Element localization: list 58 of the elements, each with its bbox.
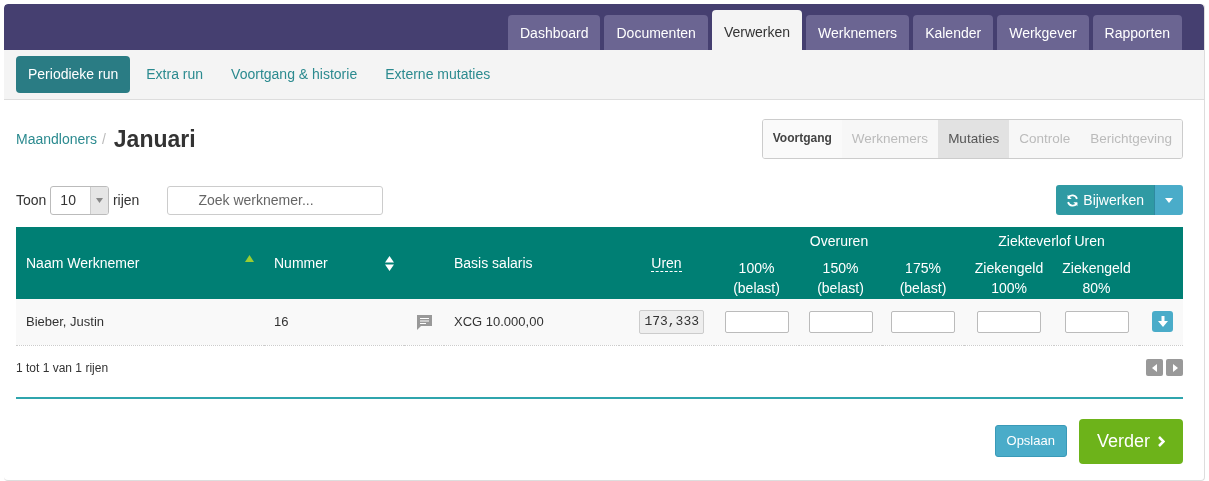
- hours-input[interactable]: [977, 310, 1042, 333]
- caret-icon: [95, 197, 103, 203]
- nav-tab[interactable]: Documenten: [604, 15, 708, 50]
- column-header: Ziekengeld 100%: [974, 259, 1044, 298]
- search-field[interactable]: Zoek werknemer...: [167, 185, 384, 215]
- hours-input[interactable]: [808, 310, 873, 333]
- hours-input[interactable]: [1064, 310, 1129, 333]
- employee-number: 16: [274, 314, 289, 329]
- table-info: 1 tot 1 van 1 rijen: [16, 359, 109, 377]
- breadcrumb-link[interactable]: Maandloners: [16, 128, 97, 150]
- column-header: Ziekengeld 80%: [1062, 259, 1131, 298]
- page-title: Januari: [113, 124, 196, 154]
- download-button[interactable]: [1152, 311, 1173, 333]
- salary-amount: XCG 10.000,00: [454, 314, 544, 329]
- caret-icon: [1165, 197, 1173, 203]
- sub-tab[interactable]: Extra run: [134, 56, 216, 93]
- step-tab[interactable]: Mutaties: [938, 119, 1010, 159]
- hours-input[interactable]: [724, 310, 789, 333]
- nav-tab[interactable]: Rapporten: [1092, 15, 1182, 50]
- sort-icon[interactable]: [385, 255, 394, 271]
- chevron-right-icon: [1158, 435, 1165, 447]
- column-header[interactable]: Naam Werknemer: [26, 252, 140, 274]
- employee-name: Bieber, Justin: [26, 314, 105, 329]
- hours-value: 173,333: [639, 310, 704, 334]
- sub-tab[interactable]: Periodieke run: [16, 56, 131, 93]
- dropdown-button[interactable]: [1154, 185, 1183, 215]
- sort-ascending-icon[interactable]: [245, 254, 254, 262]
- next-button[interactable]: Verder: [1078, 418, 1183, 464]
- save-button[interactable]: Opslaan: [994, 425, 1067, 457]
- column-header: 150% (belast): [817, 259, 864, 298]
- show-label: Toon: [16, 190, 47, 210]
- previous-page-button[interactable]: [1146, 359, 1163, 376]
- next-page-button[interactable]: [1166, 359, 1183, 376]
- sub-tab[interactable]: Voortgang & historie: [219, 56, 370, 93]
- column-header: 175% (belast): [899, 259, 947, 298]
- column-header[interactable]: Basis salaris: [454, 252, 533, 274]
- column-group-header: Overuren: [809, 233, 869, 249]
- column-header[interactable]: Nummer: [274, 252, 328, 274]
- nav-tab[interactable]: Werknemers: [806, 15, 910, 50]
- rows-label: rijen: [112, 190, 140, 210]
- right-arrow-icon: [1171, 363, 1178, 372]
- sub-tab[interactable]: Externe mutaties: [373, 56, 503, 93]
- update-button[interactable]: Bijwerken: [1056, 185, 1154, 215]
- nav-tab[interactable]: Verwerken: [711, 10, 803, 50]
- left-arrow-icon: [1151, 363, 1158, 372]
- hours-input[interactable]: [891, 310, 955, 333]
- down-arrow-icon: [1157, 316, 1168, 328]
- steps-label: Voortgang: [762, 119, 842, 159]
- column-header: 100% (belast): [733, 259, 780, 298]
- breadcrumb-separator: /: [101, 129, 106, 149]
- nav-tab[interactable]: Kalender: [913, 15, 994, 50]
- refresh-icon: [1066, 193, 1080, 207]
- nav-tab[interactable]: Werkgever: [997, 15, 1089, 50]
- nav-tab[interactable]: Dashboard: [508, 15, 601, 50]
- page-length-select[interactable]: 10: [50, 185, 109, 215]
- column-header[interactable]: Uren: [651, 254, 682, 272]
- column-group-header: Ziekteverlof Uren: [998, 233, 1105, 249]
- comment-icon[interactable]: [415, 314, 433, 332]
